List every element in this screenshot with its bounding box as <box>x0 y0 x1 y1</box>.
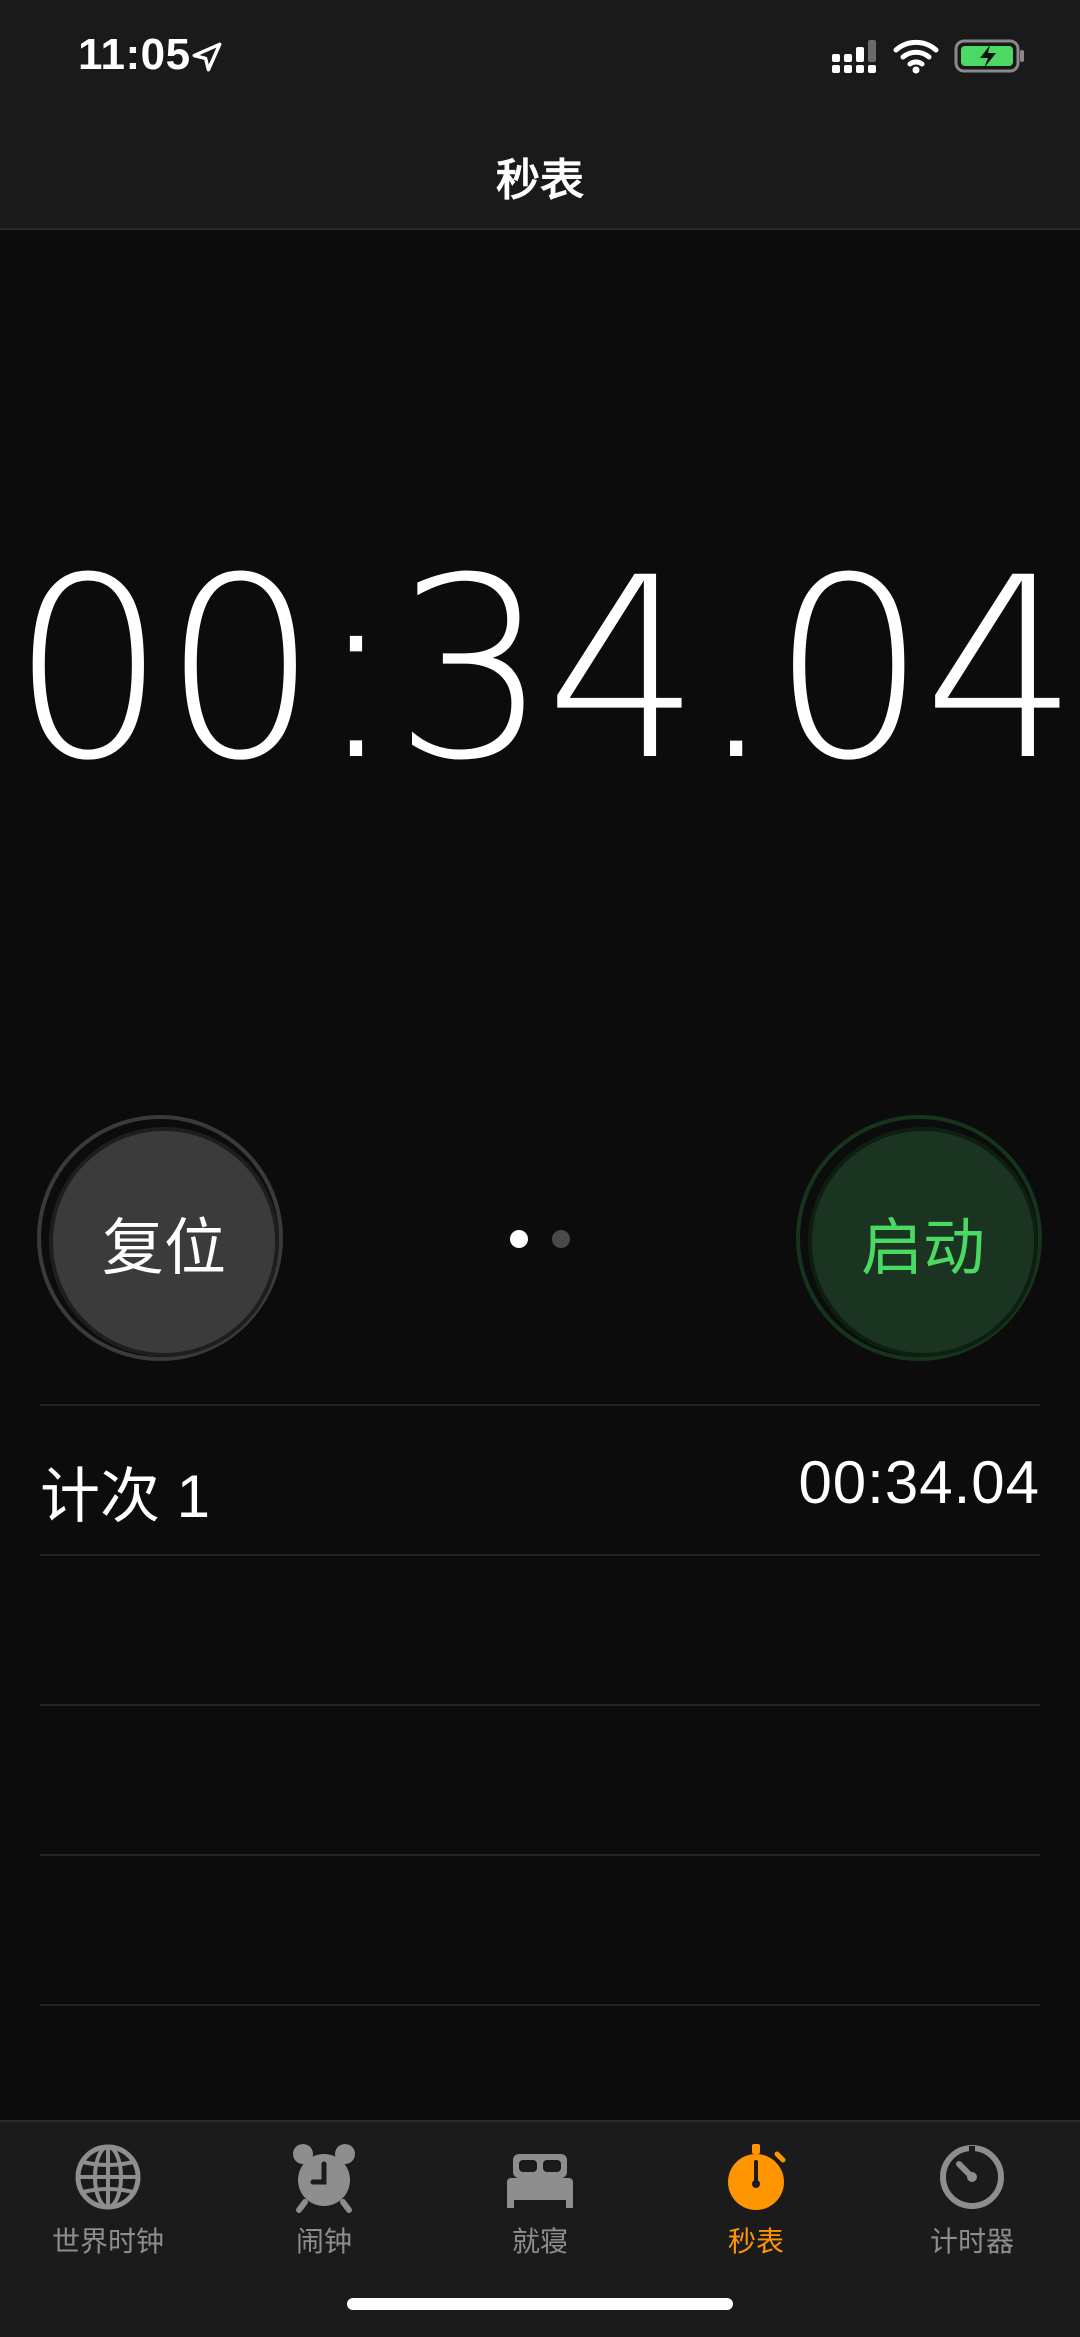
laps-list: 计次 1 00:34.04 <box>40 1404 1040 2006</box>
start-button[interactable]: 启动 <box>796 1115 1042 1361</box>
reset-button[interactable]: 复位 <box>37 1115 283 1361</box>
tab-label: 世界时钟 <box>51 2226 164 2257</box>
page-dot-inactive[interactable] <box>552 1230 570 1248</box>
tab-bedtime[interactable]: 就寝 <box>432 2132 648 2282</box>
lap-time: 00:34.04 <box>798 1449 1040 1516</box>
status-time: 11:05 <box>78 30 191 79</box>
globe-icon <box>75 2144 141 2210</box>
tab-timer[interactable]: 计时器 <box>864 2132 1080 2282</box>
home-indicator[interactable] <box>347 2298 733 2310</box>
tab-label: 计时器 <box>929 2226 1014 2257</box>
lap-row[interactable]: 计次 1 00:34.04 <box>40 1406 1040 1556</box>
empty-lap-row <box>40 1856 1040 2006</box>
tab-stopwatch[interactable]: 秒表 <box>648 2132 864 2282</box>
stopwatch-display: 00:34.04 <box>10 524 1079 815</box>
empty-lap-row <box>40 1556 1040 1706</box>
location-arrow-icon <box>192 42 222 72</box>
page-dot-active[interactable] <box>510 1230 528 1248</box>
tab-label: 闹钟 <box>295 2226 352 2257</box>
start-button-label: 启动 <box>808 1127 1038 1357</box>
tab-alarm[interactable]: 闹钟 <box>216 2132 432 2282</box>
empty-lap-row <box>40 1706 1040 1856</box>
page-indicator[interactable] <box>510 1230 570 1248</box>
stopwatch-icon <box>728 2144 786 2210</box>
tab-label: 就寝 <box>511 2226 568 2257</box>
timer-icon <box>940 2145 1004 2209</box>
alarm-clock-icon <box>293 2144 355 2213</box>
tab-label: 秒表 <box>727 2226 784 2257</box>
page-title: 秒表 <box>496 156 584 205</box>
tab-world-clock[interactable]: 世界时钟 <box>0 2132 216 2282</box>
cellular-signal-icon <box>832 40 876 73</box>
battery-charging-icon <box>954 39 1024 73</box>
wifi-icon <box>893 39 939 74</box>
bed-icon <box>507 2154 573 2208</box>
nav-bar: 秒表 <box>0 120 1080 230</box>
reset-button-label: 复位 <box>49 1127 279 1357</box>
status-bar: 11:05 <box>0 0 1080 120</box>
lap-label: 计次 1 <box>40 1463 211 1530</box>
